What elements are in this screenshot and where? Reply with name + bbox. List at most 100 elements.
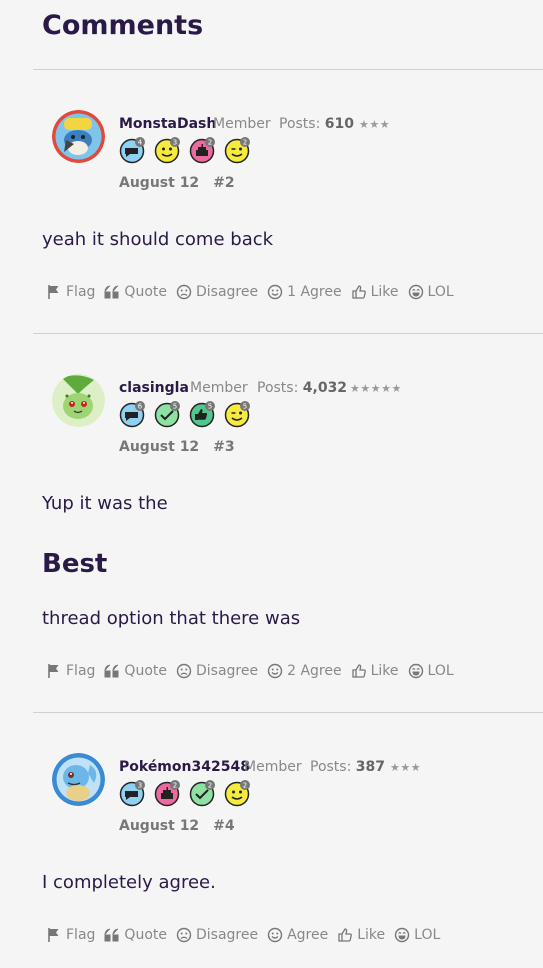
user-role: Member [190, 380, 248, 396]
disagree-button[interactable]: Disagree [176, 284, 258, 300]
wink-badge-icon[interactable]: 2 [224, 137, 250, 164]
user-role: Member [213, 116, 271, 132]
svg-text:4: 4 [138, 139, 143, 147]
lol-button[interactable]: LOL [408, 284, 454, 300]
post-actions: Flag Quote Disagree 1 Agree Like LOL [46, 284, 463, 300]
svg-text:2: 2 [208, 139, 212, 147]
speech-bubble-badge-icon[interactable]: 3 [119, 780, 145, 807]
frown-icon [176, 927, 192, 943]
post-count: Posts: 610 [279, 116, 354, 132]
like-button[interactable]: Like [351, 284, 399, 300]
frown-icon [176, 663, 192, 679]
flag-icon [48, 664, 59, 678]
post-body-heading: Best [42, 549, 108, 579]
smile-icon [267, 927, 283, 943]
svg-text:6: 6 [138, 403, 143, 411]
agree-button[interactable]: 2 Agree [267, 663, 342, 679]
avatar[interactable] [52, 753, 105, 806]
quote-button[interactable]: Quote [104, 927, 167, 943]
agree-button[interactable]: 1 Agree [267, 284, 342, 300]
disagree-button[interactable]: Disagree [176, 927, 258, 943]
laugh-icon [408, 284, 423, 300]
quote-button[interactable]: Quote [104, 284, 167, 300]
flag-button[interactable]: Flag [46, 284, 95, 300]
svg-text:3: 3 [138, 782, 142, 790]
username[interactable]: MonstaDash [119, 116, 216, 132]
smiley-badge-icon[interactable]: 3 [154, 137, 180, 164]
post-number[interactable]: #2 [213, 175, 234, 191]
thumbs-up-icon [338, 928, 353, 942]
badge-row: 6 5 5 5 [119, 401, 250, 428]
post-meta: August 12 #4 [119, 818, 249, 834]
rank-stars: ★★★ [390, 761, 422, 774]
svg-text:3: 3 [173, 139, 177, 147]
like-button[interactable]: Like [351, 663, 399, 679]
disagree-button[interactable]: Disagree [176, 663, 258, 679]
post-count: Posts: 387 [310, 759, 385, 775]
comments-section: Comments MonstaDash Member Posts: 610 ★★… [0, 0, 543, 968]
post-body-outro: thread option that there was [42, 608, 301, 629]
comments-heading: Comments [42, 10, 204, 41]
post-actions: Flag Quote Disagree 2 Agree Like LOL [46, 663, 463, 679]
svg-text:2: 2 [243, 782, 247, 790]
flag-icon [48, 285, 59, 299]
flag-button[interactable]: Flag [46, 927, 95, 943]
post-number[interactable]: #3 [213, 439, 234, 455]
username[interactable]: Pokémon342548 [119, 759, 250, 775]
smile-icon [267, 663, 283, 679]
svg-text:2: 2 [173, 782, 177, 790]
svg-text:2: 2 [243, 139, 247, 147]
post-body-intro: Yup it was the [42, 493, 168, 514]
post-date[interactable]: August 12 [119, 818, 199, 834]
username[interactable]: clasingla [119, 380, 189, 396]
user-role: Member [244, 759, 302, 775]
thumbs-up-badge-icon[interactable]: 5 [189, 401, 215, 428]
quote-icon [104, 664, 119, 678]
divider [33, 333, 543, 334]
flag-icon [48, 928, 59, 942]
quote-icon [104, 928, 119, 942]
avatar[interactable] [52, 110, 105, 163]
post-date[interactable]: August 12 [119, 439, 199, 455]
frown-icon [176, 284, 192, 300]
post-body: I completely agree. [42, 872, 216, 893]
flag-button[interactable]: Flag [46, 663, 95, 679]
svg-text:5: 5 [208, 403, 212, 411]
post-date[interactable]: August 12 [119, 175, 199, 191]
agree-button[interactable]: Agree [267, 927, 328, 943]
quote-button[interactable]: Quote [104, 663, 167, 679]
check-badge-icon[interactable]: 2 [189, 780, 215, 807]
post-number[interactable]: #4 [213, 818, 234, 834]
cake-badge-icon[interactable]: 2 [154, 780, 180, 807]
svg-text:5: 5 [243, 403, 247, 411]
post-meta: August 12 #3 [119, 439, 249, 455]
quote-icon [104, 285, 119, 299]
post-meta: August 12 #2 [119, 175, 249, 191]
post-count: Posts: 4,032 [257, 380, 348, 396]
divider [33, 712, 543, 713]
rank-stars: ★★★★★ [350, 382, 402, 395]
laugh-icon [408, 663, 423, 679]
smile-icon [267, 284, 283, 300]
smiley-badge-icon[interactable]: 2 [224, 780, 250, 807]
badge-row: 4 3 2 2 [119, 137, 250, 164]
thumbs-up-icon [351, 664, 366, 678]
laugh-icon [394, 927, 410, 943]
post-body: yeah it should come back [42, 229, 274, 250]
svg-text:2: 2 [208, 782, 212, 790]
like-button[interactable]: Like [337, 927, 385, 943]
check-badge-icon[interactable]: 5 [154, 401, 180, 428]
speech-bubble-badge-icon[interactable]: 4 [119, 137, 145, 164]
cake-badge-icon[interactable]: 2 [189, 137, 215, 164]
avatar[interactable] [52, 374, 105, 427]
speech-bubble-badge-icon[interactable]: 6 [119, 401, 145, 428]
lol-button[interactable]: LOL [394, 927, 440, 943]
post-actions: Flag Quote Disagree Agree Like LOL [46, 927, 449, 943]
wink-badge-icon[interactable]: 5 [224, 401, 250, 428]
badge-row: 3 2 2 2 [119, 780, 250, 807]
svg-text:5: 5 [173, 403, 177, 411]
thumbs-up-icon [351, 285, 366, 299]
rank-stars: ★★★ [359, 118, 391, 131]
lol-button[interactable]: LOL [408, 663, 454, 679]
divider [33, 69, 543, 70]
